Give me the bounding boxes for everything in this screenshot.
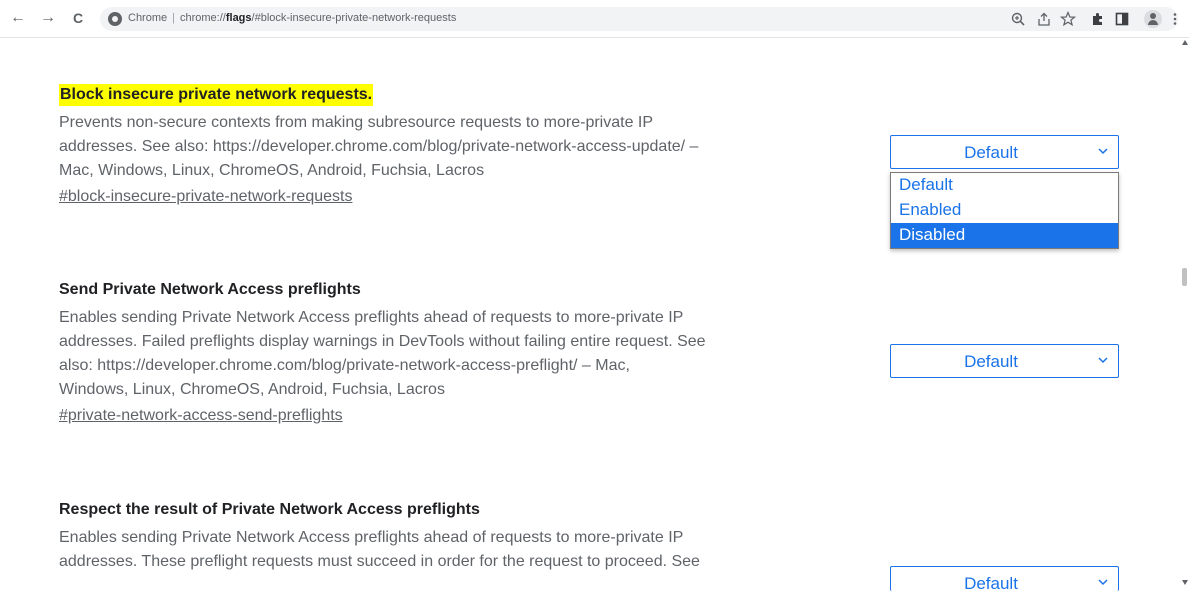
dropdown-option-disabled[interactable]: Disabled xyxy=(891,223,1118,248)
description-line: addresses. These preflight requests must… xyxy=(59,553,700,570)
share-icon[interactable] xyxy=(1036,11,1052,27)
scrollbar-thumb[interactable] xyxy=(1182,268,1187,286)
experiment-title: Respect the result of Private Network Ac… xyxy=(59,501,480,518)
dropdown-option-enabled[interactable]: Enabled xyxy=(891,198,1118,223)
description-line: addresses. See also: https://developer.c… xyxy=(59,138,699,155)
vertical-scrollbar[interactable] xyxy=(1180,38,1189,591)
description-line: Windows, Linux, ChromeOS, Android, Fuchs… xyxy=(59,381,445,398)
profile-icon[interactable] xyxy=(1144,10,1162,28)
back-arrow-icon[interactable]: ← xyxy=(8,8,28,28)
experiment-title: Block insecure private network requests. xyxy=(59,84,374,106)
chrome-logo-icon xyxy=(108,12,122,26)
chevron-down-icon xyxy=(1098,148,1108,155)
bookmark-star-icon[interactable] xyxy=(1060,11,1076,27)
experiment-block-insecure-private-network-requests: Block insecure private network requests.… xyxy=(59,84,859,209)
address-text[interactable]: Chrome | chrome://flags/#block-insecure-pr… xyxy=(128,12,456,24)
browser-toolbar: ← → C Chrome | chrome://flags/#block-insec… xyxy=(0,0,1189,38)
select-value: Default xyxy=(964,352,1018,371)
experiment-description: Prevents non-secure contexts from making… xyxy=(59,111,859,183)
url-path: /#block-insecure-private-network-request… xyxy=(251,12,457,24)
experiment-description: Enables sending Private Network Access p… xyxy=(59,526,859,574)
description-line: Enables sending Private Network Access p… xyxy=(59,309,684,326)
experiment-select-private-network-access-send-preflights[interactable]: Default xyxy=(890,344,1119,378)
reload-icon[interactable]: C xyxy=(68,8,88,28)
experiment-private-network-access-respect-preflight-results: Respect the result of Private Network Ac… xyxy=(59,499,859,574)
experiment-select-block-insecure-private-network-requests[interactable]: Default xyxy=(890,135,1119,169)
zoom-icon[interactable] xyxy=(1010,11,1026,27)
url-host: flags xyxy=(225,12,252,24)
scroll-up-arrow-icon[interactable] xyxy=(1182,40,1188,45)
select-value: Default xyxy=(964,574,1018,591)
experiment-description: Enables sending Private Network Access p… xyxy=(59,306,859,402)
dropdown-option-default[interactable]: Default xyxy=(891,173,1118,198)
chevron-down-icon xyxy=(1098,357,1108,364)
experiment-anchor-link[interactable]: #block-insecure-private-network-requests xyxy=(59,185,352,209)
description-line: also: https://developer.chrome.com/blog/… xyxy=(59,357,630,374)
description-line: addresses. Failed preflights display war… xyxy=(59,333,706,350)
experiment-select-private-network-access-respect-preflight-results[interactable]: Default xyxy=(890,566,1119,591)
forward-arrow-icon[interactable]: → xyxy=(38,8,58,28)
site-label: Chrome xyxy=(128,12,168,24)
address-separator: | xyxy=(172,12,175,24)
select-dropdown-list: Default Enabled Disabled xyxy=(890,172,1119,249)
description-line: Prevents non-secure contexts from making… xyxy=(59,114,654,131)
side-panel-icon[interactable] xyxy=(1114,11,1130,27)
url-scheme: chrome:// xyxy=(179,12,226,24)
extensions-icon[interactable] xyxy=(1090,11,1106,27)
chevron-down-icon xyxy=(1098,579,1108,586)
menu-icon[interactable] xyxy=(1170,11,1180,27)
experiment-anchor-link[interactable]: #private-network-access-send-preflights xyxy=(59,404,343,428)
description-line: Mac, Windows, Linux, ChromeOS, Android, … xyxy=(59,162,485,179)
scroll-down-arrow-icon[interactable] xyxy=(1182,580,1188,585)
experiment-title: Send Private Network Access preflights xyxy=(59,281,361,298)
experiment-private-network-access-send-preflights: Send Private Network Access preflights E… xyxy=(59,279,859,428)
description-line: Enables sending Private Network Access p… xyxy=(59,529,684,546)
select-value: Default xyxy=(964,143,1018,162)
